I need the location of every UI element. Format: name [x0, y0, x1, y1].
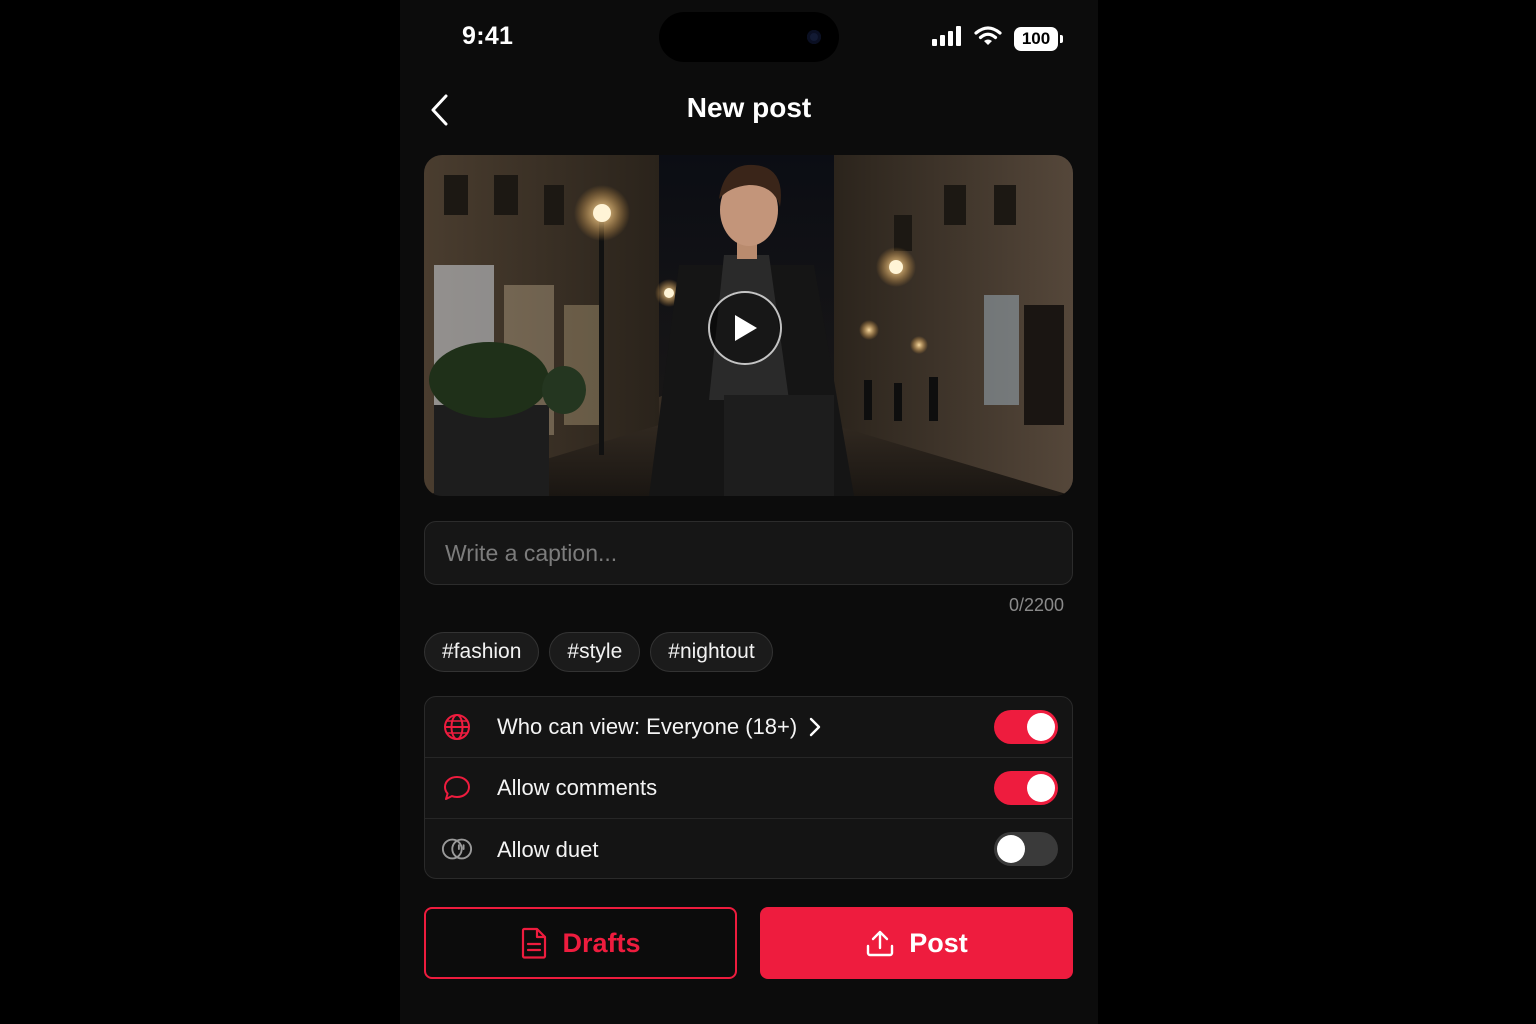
caption-char-counter: 0/2200	[1008, 595, 1064, 615]
video-preview[interactable]	[424, 155, 1073, 496]
chevron-right-icon	[810, 717, 821, 737]
dynamic-island	[659, 12, 839, 62]
setting-label-visibility: Who can view: Everyone (18+)	[497, 714, 821, 740]
post-button[interactable]: Post	[760, 907, 1073, 979]
hashtag-list: #fashion #style #nightout	[424, 632, 773, 672]
visibility-text: Who can view: Everyone (18+)	[497, 714, 798, 739]
battery-icon: 100	[1014, 26, 1063, 51]
signal-icon	[932, 26, 962, 51]
play-button[interactable]	[708, 291, 782, 365]
setting-row-duet[interactable]: Allow duet	[425, 819, 1072, 878]
toggle-knob	[1027, 713, 1055, 741]
setting-label-duet: Allow duet	[497, 836, 599, 862]
hashtag-chip-style[interactable]: #style	[549, 632, 641, 672]
drafts-label: Drafts	[562, 927, 641, 958]
caption-input[interactable]	[424, 521, 1073, 585]
status-time: 9:41	[462, 22, 514, 50]
front-camera	[807, 30, 821, 44]
status-icons: 100	[932, 26, 1063, 51]
setting-label-comments: Allow comments	[497, 775, 658, 800]
drafts-button[interactable]: Drafts	[424, 907, 737, 979]
page-title: New post	[686, 92, 812, 123]
setting-row-visibility[interactable]: Who can view: Everyone (18+)	[425, 697, 1072, 758]
hashtag-chip-nightout[interactable]: #nightout	[650, 632, 773, 672]
upload-icon	[867, 930, 894, 957]
visibility-toggle[interactable]	[994, 710, 1058, 744]
document-icon	[522, 927, 547, 959]
post-label: Post	[909, 927, 968, 958]
comments-toggle[interactable]	[994, 771, 1058, 805]
wifi-icon	[974, 26, 1002, 51]
globe-icon	[441, 711, 473, 743]
toggle-knob	[1027, 774, 1055, 802]
comment-icon	[441, 772, 473, 804]
post-settings-panel: Who can view: Everyone (18+) Allow comme…	[424, 696, 1073, 879]
toggle-knob	[997, 835, 1025, 863]
duet-icon	[441, 833, 473, 865]
phone-screen: 9:41 100 New post Write a caption... 0/2…	[400, 0, 1098, 1024]
play-icon	[735, 315, 757, 341]
hashtag-chip-fashion[interactable]: #fashion	[424, 632, 540, 672]
setting-row-comments[interactable]: Allow comments	[425, 758, 1072, 819]
duet-toggle[interactable]	[994, 832, 1058, 866]
